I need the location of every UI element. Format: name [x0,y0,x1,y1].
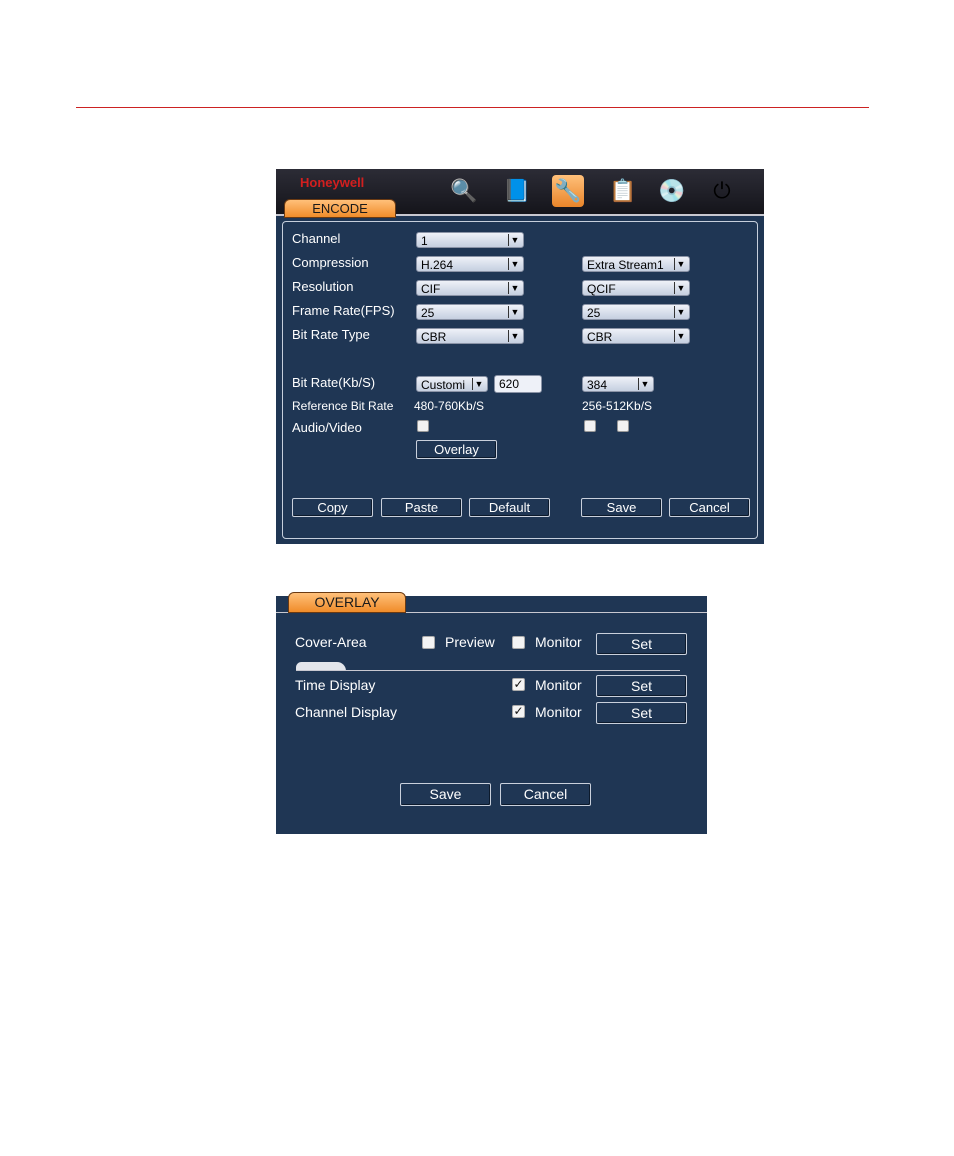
extra-resolution-value: QCIF [587,282,616,296]
overlay-button[interactable]: Overlay [416,440,497,459]
encode-dialog: Honeywell 🔍 📘 🔧 📋 💿 ⏻ ENCODE Channel Com… [276,169,764,544]
cover-monitor-label: Monitor [535,634,582,650]
resolution-label: Resolution [292,279,354,294]
cancel-button[interactable]: Cancel [669,498,750,517]
chevron-down-icon: ▼ [674,330,687,342]
preview-label: Preview [445,634,495,650]
extra-stream-value: Extra Stream1 [587,258,664,272]
cover-monitor-checkbox[interactable] [512,636,525,649]
frame-rate-value: 25 [421,306,435,320]
channel-display-label: Channel Display [295,704,397,720]
search-icon[interactable]: 🔍 [448,175,480,207]
bit-rate-mode-select[interactable]: Customi ▼ [416,376,488,392]
compression-label: Compression [292,255,369,270]
extra-bit-rate-value: 384 [587,378,608,392]
extra-resolution-select[interactable]: QCIF ▼ [582,280,690,296]
brand-logo: Honeywell [300,175,365,190]
chevron-down-icon: ▼ [508,330,521,342]
shutdown-icon[interactable]: ⏻ [706,175,738,207]
save-button[interactable]: Save [581,498,662,517]
time-monitor-label: Monitor [535,677,582,693]
time-display-label: Time Display [295,677,376,693]
advanced-icon[interactable]: 📋 [607,175,639,207]
chevron-down-icon: ▼ [674,306,687,318]
chevron-down-icon: ▼ [508,258,521,270]
channel-monitor-label: Monitor [535,704,582,720]
channel-label: Channel [292,231,341,246]
channel-monitor-checkbox[interactable]: ✓ [512,705,525,718]
extra-stream-select[interactable]: Extra Stream1 ▼ [582,256,690,272]
chevron-down-icon: ▼ [472,378,485,390]
bit-rate-type-select[interactable]: CBR ▼ [416,328,524,344]
info-icon[interactable]: 📘 [501,175,533,207]
channel-value: 1 [421,234,428,248]
chevron-down-icon: ▼ [508,306,521,318]
extra-frame-rate-value: 25 [587,306,601,320]
bit-rate-type-value: CBR [421,330,447,344]
resolution-select[interactable]: CIF ▼ [416,280,524,296]
chevron-down-icon: ▼ [674,258,687,270]
paste-button[interactable]: Paste [381,498,462,517]
bit-rate-label: Bit Rate(Kb/S) [292,375,376,390]
default-button[interactable]: Default [469,498,550,517]
extra-frame-rate-select[interactable]: 25 ▼ [582,304,690,320]
extra-bit-rate-type-select[interactable]: CBR ▼ [582,328,690,344]
overlay-save-button[interactable]: Save [400,783,491,806]
overlay-cancel-button[interactable]: Cancel [500,783,591,806]
chevron-down-icon: ▼ [674,282,687,294]
preview-checkbox[interactable] [422,636,435,649]
extra-bit-rate-type-value: CBR [587,330,613,344]
chevron-down-icon: ▼ [638,378,651,390]
chevron-down-icon: ▼ [508,234,521,246]
audio-video-label: Audio/Video [292,420,362,435]
header-rule [76,107,869,108]
chevron-down-icon: ▼ [508,282,521,294]
overlay-dialog: OVERLAY Cover-Area Preview Monitor Set T… [276,590,707,834]
compression-select[interactable]: H.264 ▼ [416,256,524,272]
extra-bit-rate-select[interactable]: 384 ▼ [582,376,654,392]
compression-value: H.264 [421,258,454,272]
time-monitor-checkbox[interactable]: ✓ [512,678,525,691]
tab-encode[interactable]: ENCODE [284,199,396,218]
bit-rate-type-label: Bit Rate Type [292,327,370,342]
channel-select[interactable]: 1 ▼ [416,232,524,248]
channel-display-set-button[interactable]: Set [596,702,687,724]
frame-rate-label: Frame Rate(FPS) [292,303,395,318]
bit-rate-input[interactable]: 620 [494,375,542,393]
extra-audio-checkbox[interactable] [584,420,596,432]
time-display-set-button[interactable]: Set [596,675,687,697]
extra-video-checkbox[interactable] [617,420,629,432]
copy-button[interactable]: Copy [292,498,373,517]
extra-reference-bit-rate: 256-512Kb/S [582,399,653,413]
bit-rate-mode-value: Customi [421,378,466,392]
settings-tools-icon[interactable]: 🔧 [552,175,584,207]
cover-area-set-button[interactable]: Set [596,633,687,655]
main-reference-bit-rate: 480-760Kb/S [414,399,485,413]
reference-bit-rate-label: Reference Bit Rate [292,399,394,413]
backup-icon[interactable]: 💿 [656,175,688,207]
resolution-value: CIF [421,282,441,296]
main-audio-video-checkbox[interactable] [417,420,429,432]
overlay-separator [296,670,680,671]
cover-area-label: Cover-Area [295,634,367,650]
tab-overlay[interactable]: OVERLAY [288,592,406,613]
frame-rate-select[interactable]: 25 ▼ [416,304,524,320]
